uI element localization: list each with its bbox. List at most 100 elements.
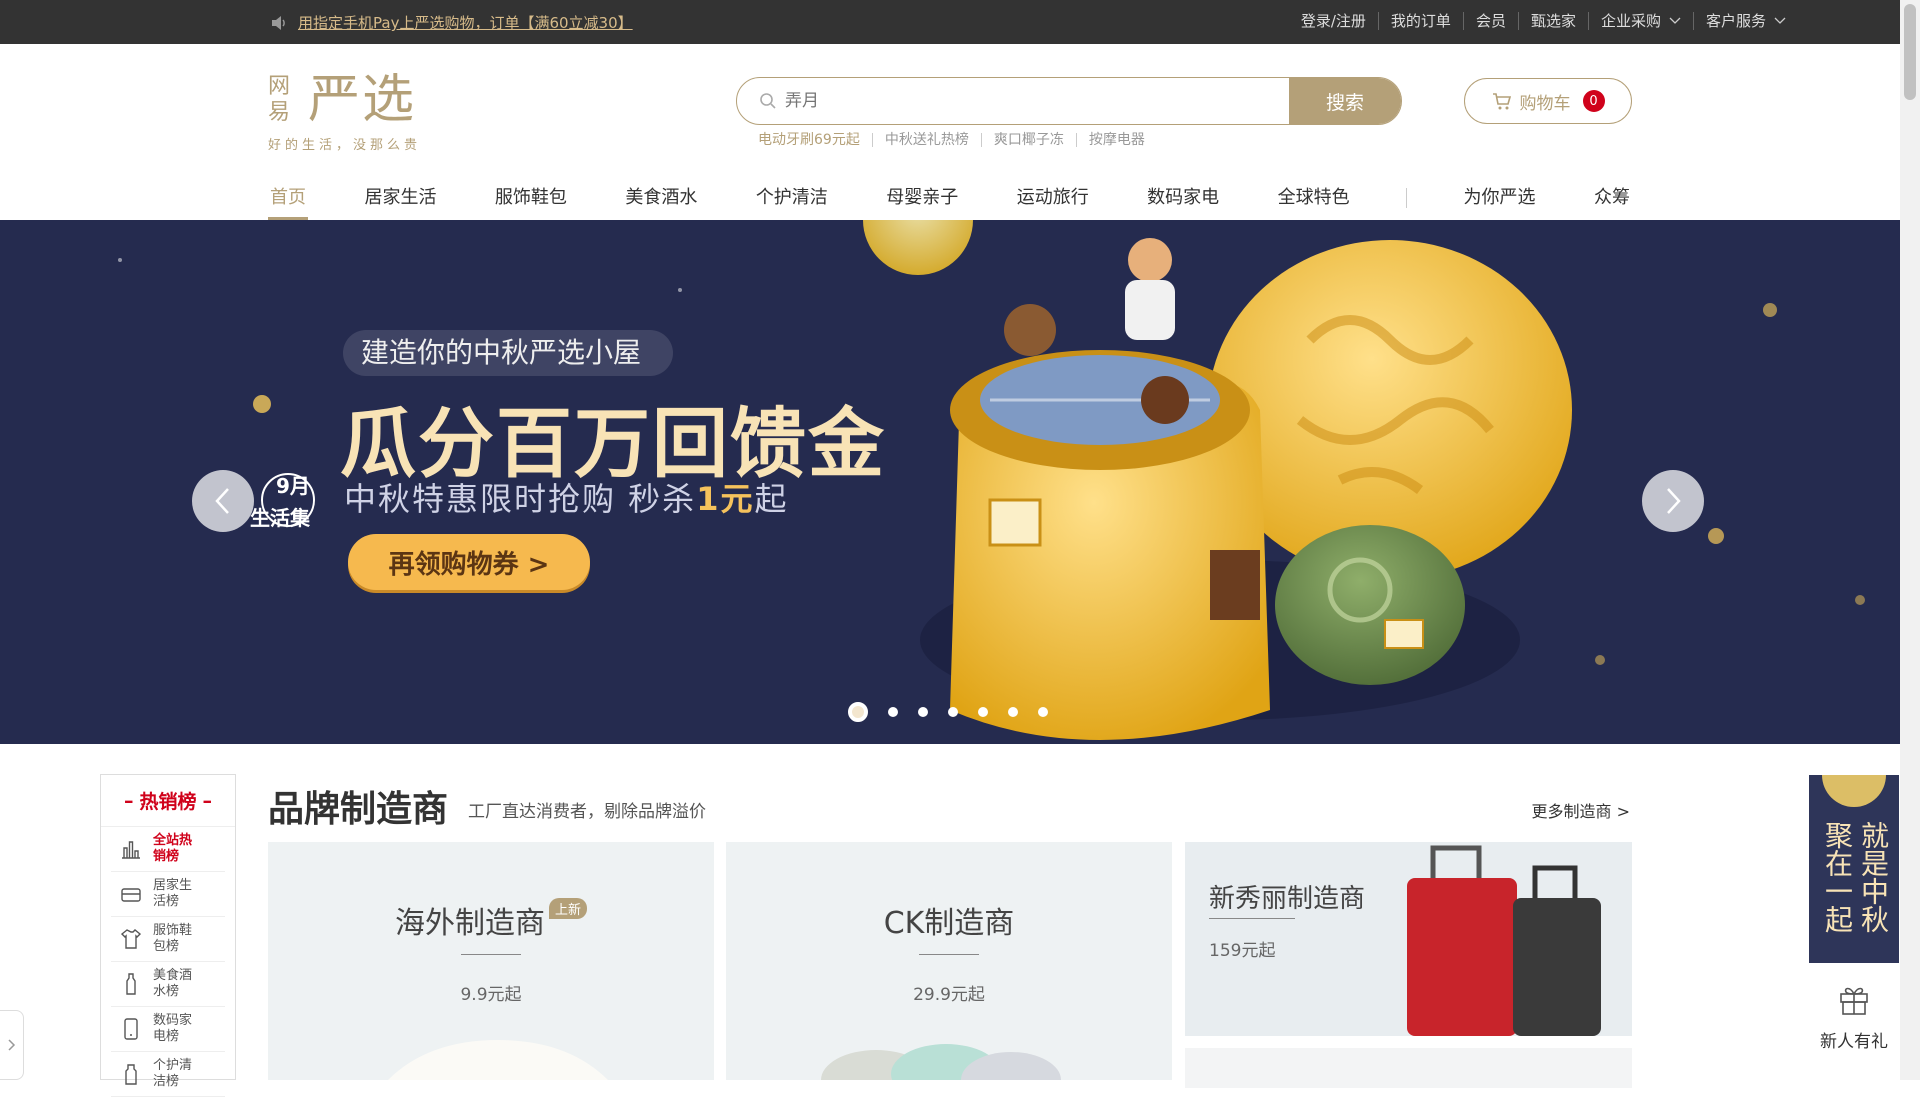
nav-item-home[interactable]: 首页 <box>268 184 308 220</box>
nav-item-food-drink[interactable]: 美食酒水 <box>623 184 699 220</box>
scrollbar-thumb[interactable] <box>1904 4 1916 100</box>
hotlist-item-apparel[interactable]: 服饰鞋包榜 <box>111 917 225 962</box>
banner-dot[interactable] <box>948 707 958 717</box>
new-user-gift-label: 新人有礼 <box>1820 1031 1888 1052</box>
hotword-link[interactable]: 中秋送礼热榜 <box>871 133 981 147</box>
hotlist-item-label: 全站热销榜 <box>153 833 193 864</box>
banner-dot[interactable] <box>1008 707 1018 717</box>
chevron-left-icon <box>215 488 229 514</box>
cart-button[interactable]: 购物车 0 <box>1464 78 1632 124</box>
nav-item-crowdfunding[interactable]: 众筹 <box>1592 184 1632 220</box>
search-button[interactable]: 搜索 <box>1289 78 1401 124</box>
hotword-link[interactable]: 电动牙刷69元起 <box>758 133 872 147</box>
hotlist-item-care[interactable]: 个护清洁榜 <box>111 1052 225 1097</box>
search-bar: 搜索 <box>736 77 1402 125</box>
hotlist-item-digital[interactable]: 数码家电榜 <box>111 1007 225 1052</box>
shirt-icon <box>120 929 142 949</box>
brand-card-next[interactable] <box>1185 1048 1632 1088</box>
nav-item-baby[interactable]: 母婴亲子 <box>884 184 960 220</box>
speaker-icon <box>272 15 285 30</box>
nav-item-apparel[interactable]: 服饰鞋包 <box>493 184 569 220</box>
life-collection-badge: 9月 生活集 <box>250 470 322 534</box>
hotword-link[interactable]: 按摩电器 <box>1075 133 1157 147</box>
top-bar: 用指定手机Pay上严选购物，订单【满60立减30】 登录/注册 我的订单 会员 … <box>0 0 1900 44</box>
hotlist-item-home[interactable]: 居家生活榜 <box>111 872 225 917</box>
tagline-text: 中秋特惠限时抢购 秒杀 <box>344 480 697 518</box>
selector-label: 甄选家 <box>1530 12 1576 30</box>
search-icon <box>760 93 776 109</box>
hot-search-words: 电动牙刷69元起 中秋送礼热榜 爽口椰子冻 按摩电器 <box>758 133 1157 147</box>
banner-prev-button[interactable] <box>192 470 254 532</box>
cleaning-icon <box>125 1064 137 1085</box>
nav-item-personal-care[interactable]: 个护清洁 <box>754 184 830 220</box>
hotword-link[interactable]: 爽口椰子冻 <box>980 133 1076 147</box>
cart-icon <box>1492 93 1511 110</box>
banner-dot[interactable] <box>1038 707 1048 717</box>
logo-small-text: 网易 <box>268 74 291 125</box>
brand-card-samsonite[interactable]: 新秀丽制造商 159元起 <box>1185 842 1632 1036</box>
phone-icon <box>124 1018 138 1040</box>
my-orders-link[interactable]: 我的订单 <box>1377 12 1463 30</box>
float-ad-text-right: 就是中秋 <box>1857 821 1890 933</box>
nav-item-digital[interactable]: 数码家电 <box>1145 184 1221 220</box>
bestseller-title-text: 热销榜 <box>139 791 197 813</box>
bestseller-title: – 热销榜 – <box>101 775 235 827</box>
banner-subtitle: 建造你的中秋严选小屋 <box>343 330 673 376</box>
enterprise-purchase-menu[interactable]: 企业采购 <box>1587 12 1693 30</box>
tagline-suffix: 起 <box>754 480 789 518</box>
get-coupons-button[interactable]: 再领购物券 > <box>348 534 590 590</box>
mid-autumn-float-ad[interactable]: 就是中秋 聚在一起 <box>1809 775 1899 963</box>
chevron-right-icon <box>7 1039 15 1051</box>
tagline-highlight: 1元 <box>696 480 755 518</box>
cart-count-badge: 0 <box>1582 90 1605 112</box>
bottle-icon <box>126 973 136 995</box>
selector-link[interactable]: 甄选家 <box>1517 12 1588 30</box>
bar-chart-icon <box>122 841 140 859</box>
banner-tagline: 中秋特惠限时抢购 秒杀1元起 <box>344 474 788 520</box>
login-register-label: 登录/注册 <box>1300 12 1366 30</box>
pillow-image <box>388 1040 608 1080</box>
hotlist-item-label: 数码家电榜 <box>153 1013 193 1044</box>
brand-card-overseas[interactable]: 海外制造商 上新 9.9元起 <box>268 842 714 1080</box>
banner-dot[interactable] <box>848 702 868 722</box>
banner-next-button[interactable] <box>1642 470 1704 532</box>
nav-item-home-living[interactable]: 居家生活 <box>362 184 438 220</box>
banner-dot[interactable] <box>888 707 898 717</box>
banner-dot[interactable] <box>918 707 928 717</box>
chevron-right-icon <box>1667 488 1681 514</box>
chevron-down-icon <box>1669 17 1681 24</box>
search-field[interactable] <box>737 78 1289 124</box>
logo-slogan: 好的生活，没那么贵 <box>268 138 422 153</box>
more-manufacturers-link[interactable]: 更多制造商 > <box>1532 798 1631 822</box>
site-logo[interactable]: 网易 严选 好的生活，没那么贵 <box>268 70 438 154</box>
nav-divider <box>1406 188 1408 208</box>
new-user-gift-button[interactable]: 新人有礼 <box>1809 966 1899 1066</box>
luggage-image <box>1407 845 1601 1036</box>
brand-card-ck[interactable]: CK制造商 29.9元起 <box>726 842 1172 1080</box>
left-expand-tab[interactable] <box>0 1010 24 1080</box>
slippers-image <box>821 1044 1061 1080</box>
search-input[interactable] <box>785 91 1265 111</box>
nav-item-for-you[interactable]: 为你严选 <box>1462 184 1538 220</box>
customer-service-label: 客户服务 <box>1705 12 1766 30</box>
hotlist-item-label: 美食酒水榜 <box>153 968 193 999</box>
nav-item-global[interactable]: 全球特色 <box>1276 184 1352 220</box>
login-register-link[interactable]: 登录/注册 <box>1289 12 1378 30</box>
member-label: 会员 <box>1475 12 1506 30</box>
hotlist-item-food[interactable]: 美食酒水榜 <box>111 962 225 1007</box>
hero-banner[interactable]: 9月 生活集 建造你的中秋严选小屋 瓜分百万回馈金 中秋特惠限时抢购 秒杀1元起… <box>0 220 1900 744</box>
promo-notice[interactable]: 用指定手机Pay上严选购物，订单【满60立减30】 <box>270 12 633 33</box>
banner-dot[interactable] <box>978 707 988 717</box>
hotlist-item-label: 居家生活榜 <box>153 878 193 909</box>
nav-item-sports-travel[interactable]: 运动旅行 <box>1015 184 1091 220</box>
hotlist-item-all[interactable]: 全站热销榜 <box>111 827 225 872</box>
promo-notice-text[interactable]: 用指定手机Pay上严选购物，订单【满60立减30】 <box>298 12 633 33</box>
customer-service-menu[interactable]: 客户服务 <box>1692 12 1798 30</box>
bestseller-sidebar: – 热销榜 – 全站热销榜 居家生活榜 服饰鞋包榜 美食酒水榜 数码家电榜 个护清洁… <box>100 774 236 1097</box>
chevron-down-icon <box>1774 17 1786 24</box>
vertical-scrollbar[interactable] <box>1900 0 1920 1080</box>
member-link[interactable]: 会员 <box>1462 12 1518 30</box>
main-nav: 首页 居家生活 服饰鞋包 美食酒水 个护清洁 母婴亲子 运动旅行 数码家电 全球… <box>268 184 1632 220</box>
my-orders-label: 我的订单 <box>1390 12 1451 30</box>
enterprise-purchase-label: 企业采购 <box>1600 12 1661 30</box>
